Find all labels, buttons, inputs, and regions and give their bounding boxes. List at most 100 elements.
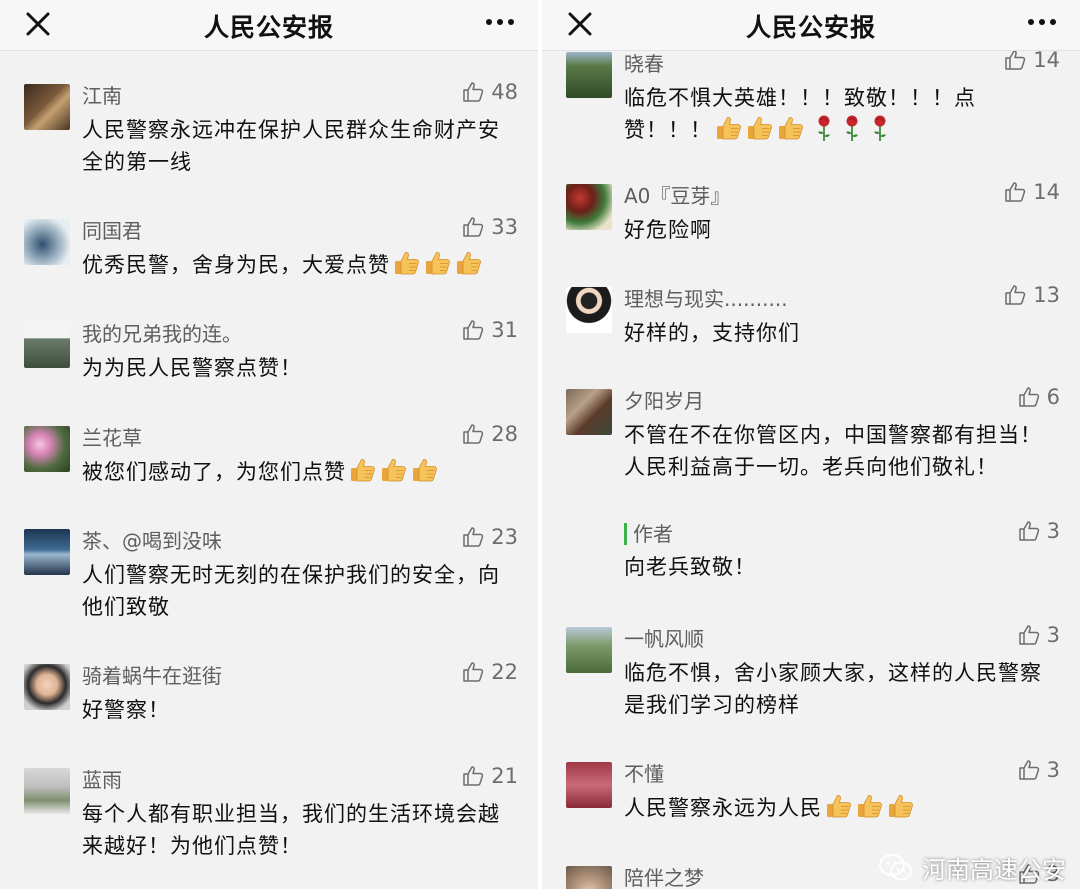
like-button[interactable]: 22 bbox=[461, 660, 518, 684]
watermark-text: 河南高速公安 bbox=[922, 856, 1066, 884]
like-count: 33 bbox=[491, 215, 518, 239]
like-count: 14 bbox=[1033, 48, 1060, 72]
like-count: 48 bbox=[491, 80, 518, 104]
thumbs-up-icon bbox=[461, 80, 485, 104]
thumbs-up-emoji bbox=[856, 792, 884, 820]
like-count: 3 bbox=[1046, 758, 1060, 782]
page-title: 人民公安报 bbox=[203, 13, 334, 42]
comment-text: 临危不惧大英雄！！！致敬！！！点赞！！！ bbox=[624, 86, 976, 142]
comment-text: 人民警察永远冲在保护人民群众生命财产安全的第一线 bbox=[82, 118, 500, 174]
more-icon bbox=[1028, 19, 1034, 25]
like-button[interactable]: 23 bbox=[461, 525, 518, 549]
avatar[interactable] bbox=[566, 866, 612, 889]
comments-panel-left: 人民公安报 江南 48 人民警察永远冲在保护人民群众生命财产安全的第一线 同国君… bbox=[0, 0, 538, 889]
avatar[interactable] bbox=[24, 768, 70, 814]
comment-nickname: 不懂 bbox=[624, 762, 664, 786]
avatar[interactable] bbox=[24, 426, 70, 472]
rose-emoji bbox=[871, 114, 889, 142]
comment-nickname: 蓝雨 bbox=[82, 768, 122, 792]
thumbs-up-emoji bbox=[715, 114, 743, 142]
avatar[interactable] bbox=[566, 762, 612, 808]
like-button[interactable]: 14 bbox=[1003, 48, 1060, 72]
comment-text: 临危不惧，舍小家顾大家，这样的人民警察是我们学习的榜样 bbox=[624, 661, 1042, 717]
more-button[interactable] bbox=[1022, 6, 1062, 38]
comment-nickname: 晓春 bbox=[624, 52, 664, 76]
thumbs-up-emoji bbox=[455, 249, 483, 277]
more-button[interactable] bbox=[480, 6, 520, 38]
like-button[interactable]: 21 bbox=[461, 764, 518, 788]
page-title: 人民公安报 bbox=[745, 13, 876, 42]
comment-nickname: 一帆风顺 bbox=[624, 627, 704, 651]
comment-nickname: 茶、@喝到没味 bbox=[82, 529, 222, 553]
thumbs-up-icon bbox=[461, 422, 485, 446]
like-count: 14 bbox=[1033, 180, 1060, 204]
more-icon bbox=[486, 19, 492, 25]
thumbs-up-icon bbox=[461, 318, 485, 342]
avatar[interactable] bbox=[24, 219, 70, 265]
like-button[interactable]: 3 bbox=[1017, 758, 1060, 782]
comment-text: 好警察！ bbox=[82, 698, 170, 722]
avatar[interactable] bbox=[24, 664, 70, 710]
comment-text: 好危险啊 bbox=[624, 218, 712, 242]
comment-nickname: 同国君 bbox=[82, 219, 142, 243]
like-button[interactable]: 13 bbox=[1003, 283, 1060, 307]
thumbs-up-icon bbox=[461, 764, 485, 788]
comments-panel-right: 晓春 14 临危不惧大英雄！！！致敬！！！点赞！！！ 人民公安报 A0『豆芽』 … bbox=[542, 0, 1080, 889]
comment-text: 优秀民警，舍身为民，大爱点赞 bbox=[82, 249, 512, 281]
thumbs-up-emoji bbox=[380, 456, 408, 484]
thumbs-up-icon bbox=[1017, 519, 1041, 543]
avatar[interactable] bbox=[24, 322, 70, 368]
like-button[interactable]: 28 bbox=[461, 422, 518, 446]
avatar[interactable] bbox=[566, 627, 612, 673]
like-button[interactable]: 14 bbox=[1003, 180, 1060, 204]
thumbs-up-emoji bbox=[411, 456, 439, 484]
comment-text: 每个人都有职业担当，我们的生活环境会越来越好！为他们点赞！ bbox=[82, 802, 500, 858]
like-button[interactable]: 6 bbox=[1017, 385, 1060, 409]
thumbs-up-icon bbox=[1003, 48, 1027, 72]
like-count: 23 bbox=[491, 525, 518, 549]
comment-nickname: 江南 bbox=[82, 84, 122, 108]
like-button[interactable]: 33 bbox=[461, 215, 518, 239]
thumbs-up-emoji bbox=[424, 249, 452, 277]
comment-text: 好样的，支持你们 bbox=[624, 321, 800, 345]
thumbs-up-emoji bbox=[393, 249, 421, 277]
thumbs-up-icon bbox=[1017, 385, 1041, 409]
like-count: 3 bbox=[1046, 623, 1060, 647]
avatar[interactable] bbox=[566, 389, 612, 435]
author-reply-label: 作者 bbox=[624, 523, 673, 545]
avatar[interactable] bbox=[24, 529, 70, 575]
comment-nickname: A0『豆芽』 bbox=[624, 184, 731, 208]
avatar[interactable] bbox=[566, 184, 612, 230]
thumbs-up-emoji bbox=[887, 792, 915, 820]
comment-text: 为为民人民警察点赞！ bbox=[82, 356, 302, 380]
thumbs-up-icon bbox=[1003, 283, 1027, 307]
wechat-icon bbox=[879, 853, 912, 880]
comment-nickname: 我的兄弟我的连。 bbox=[82, 322, 242, 346]
like-count: 13 bbox=[1033, 283, 1060, 307]
thumbs-up-emoji bbox=[349, 456, 377, 484]
comment-nickname: 兰花草 bbox=[82, 426, 142, 450]
author-reply-like-button[interactable]: 3 bbox=[1017, 519, 1060, 543]
thumbs-up-icon bbox=[1003, 180, 1027, 204]
rose-emoji bbox=[843, 114, 861, 142]
comment-text: 被您们感动了，为您们点赞 bbox=[82, 456, 512, 488]
like-button[interactable]: 3 bbox=[1017, 623, 1060, 647]
thumbs-up-emoji bbox=[777, 114, 805, 142]
thumbs-up-icon bbox=[461, 525, 485, 549]
watermark: 河南高速公安 bbox=[878, 850, 1066, 885]
thumbs-up-icon bbox=[461, 660, 485, 684]
like-count: 31 bbox=[491, 318, 518, 342]
comment-nickname: 理想与现实.......... bbox=[624, 287, 788, 311]
like-button[interactable]: 48 bbox=[461, 80, 518, 104]
avatar[interactable] bbox=[566, 52, 612, 98]
avatar[interactable] bbox=[24, 84, 70, 130]
top-bar: 人民公安报 bbox=[542, 0, 1080, 51]
like-button[interactable]: 31 bbox=[461, 318, 518, 342]
thumbs-up-icon bbox=[1017, 623, 1041, 647]
top-bar: 人民公安报 bbox=[0, 0, 538, 51]
thumbs-up-emoji bbox=[746, 114, 774, 142]
like-count: 6 bbox=[1046, 385, 1060, 409]
thumbs-up-icon bbox=[461, 215, 485, 239]
avatar[interactable] bbox=[566, 287, 612, 333]
author-reply-text: 向老兵致敬！ bbox=[624, 555, 756, 579]
